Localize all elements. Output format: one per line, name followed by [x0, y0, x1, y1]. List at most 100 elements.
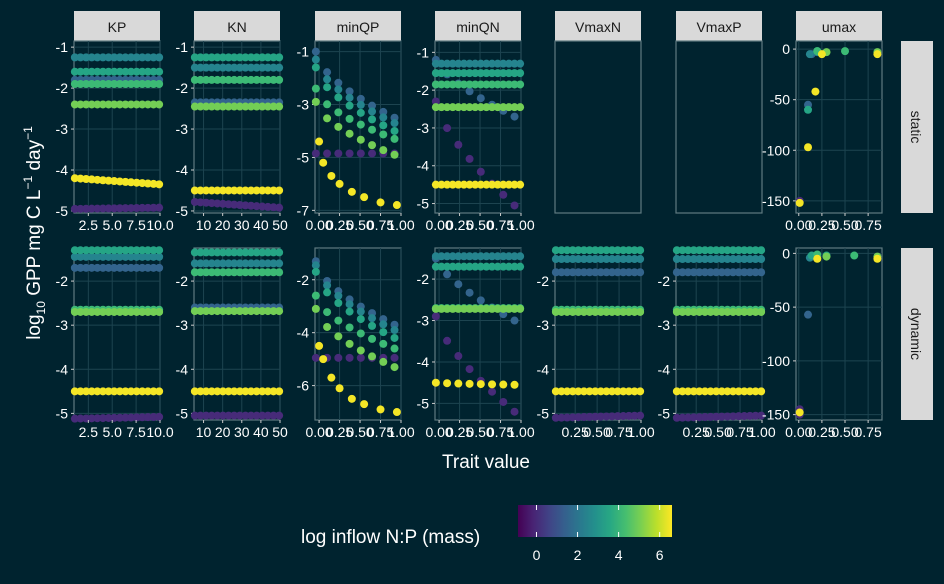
- x-tick-label-static-kn: 20: [215, 217, 231, 233]
- data-point-kn-static: [275, 63, 284, 72]
- data-point-minqn-dynamic: [488, 380, 497, 389]
- data-point-kp-static: [155, 67, 164, 76]
- data-point-umax-dynamic: [850, 251, 859, 260]
- y-tick-label-umax-dynamic: -50: [770, 299, 790, 315]
- y-tick-label-minqp-static: -5: [297, 149, 310, 165]
- x-tick-label-kp: 2.5: [79, 424, 99, 440]
- data-point-minqp-dynamic: [356, 353, 365, 362]
- y-tick-label-vmaxp-dynamic: -3: [658, 317, 671, 333]
- y-tick-label-minqn-dynamic: -2: [417, 271, 430, 287]
- data-point-kp-dynamic: [155, 307, 164, 316]
- data-point-minqn-dynamic: [443, 379, 452, 388]
- data-point-minqp-static: [379, 121, 388, 130]
- data-point-kn-dynamic: [275, 268, 284, 277]
- y-tick-label-kp-static: -1: [56, 39, 69, 55]
- data-point-vmaxn-dynamic: [636, 411, 645, 420]
- data-point-minqp-dynamic: [390, 363, 399, 372]
- data-point-vmaxn-dynamic: [636, 255, 645, 264]
- x-tick-label-static-kp: 7.5: [126, 217, 146, 233]
- strip-label-kn: KN: [227, 19, 246, 35]
- y-tick-label-minqn-static: -1: [417, 44, 430, 60]
- data-point-minqp-dynamic: [356, 307, 365, 316]
- y-tick-label-kn-dynamic: -2: [176, 273, 189, 289]
- x-tick-label-minqp: 1.00: [387, 424, 414, 440]
- data-point-minqn-static: [476, 94, 485, 103]
- data-point-minqp-static: [334, 108, 343, 117]
- strip-label-static: static: [908, 111, 924, 144]
- colorbar: [518, 505, 672, 537]
- data-point-vmaxn-dynamic: [636, 387, 645, 396]
- data-point-kn-static: [275, 75, 284, 84]
- data-point-minqp-static: [334, 149, 343, 158]
- data-point-minqp-static: [345, 101, 354, 110]
- data-point-kn-dynamic: [275, 307, 284, 316]
- x-tick-label-kn: 20: [215, 424, 231, 440]
- data-point-minqp-dynamic: [368, 352, 377, 361]
- data-point-minqp-static: [327, 171, 336, 180]
- data-point-minqp-dynamic: [323, 288, 332, 297]
- x-tick-label-static-kn: 10: [196, 217, 212, 233]
- data-point-umax-static: [811, 87, 820, 96]
- data-point-minqn-static: [516, 59, 525, 68]
- data-point-minqp-static: [368, 107, 377, 116]
- data-point-minqn-dynamic: [454, 280, 463, 289]
- data-point-minqp-static: [356, 108, 365, 117]
- data-point-minqp-dynamic: [311, 304, 320, 313]
- data-point-kn-static: [275, 102, 284, 111]
- data-point-minqp-static: [323, 100, 332, 109]
- data-point-minqp-static: [334, 93, 343, 102]
- y-tick-label-kn-dynamic: -5: [176, 405, 189, 421]
- data-point-minqp-static: [345, 93, 354, 102]
- data-point-umax-dynamic: [813, 254, 822, 263]
- data-point-vmaxp-dynamic: [757, 246, 766, 255]
- y-tick-label-kn-static: -4: [176, 162, 189, 178]
- data-point-minqp-dynamic: [356, 315, 365, 324]
- y-axis-title: log10 GPP mg C L−1 day−1: [21, 126, 48, 340]
- data-point-vmaxp-dynamic: [757, 268, 766, 277]
- y-tick-label-kp-static: -2: [56, 80, 69, 96]
- data-point-minqp-static: [311, 55, 320, 64]
- x-tick-label-static-kn: 30: [234, 217, 250, 233]
- y-tick-label-vmaxn-dynamic: -3: [537, 317, 550, 333]
- strip-label-umax: umax: [822, 19, 856, 35]
- x-tick-label-vmaxp: 1.00: [748, 424, 775, 440]
- y-tick-label-minqp-dynamic: -4: [297, 325, 310, 341]
- y-tick-label-umax-static: -100: [762, 142, 790, 158]
- data-point-minqn-dynamic: [443, 270, 452, 279]
- y-tick-label-minqn-dynamic: -4: [417, 354, 430, 370]
- y-tick-label-umax-static: -50: [770, 92, 790, 108]
- data-point-minqn-dynamic: [443, 336, 452, 345]
- data-point-minqp-static: [379, 113, 388, 122]
- data-point-minqp-dynamic: [392, 408, 401, 417]
- data-point-minqp-static: [390, 134, 399, 143]
- data-point-minqp-dynamic: [311, 353, 320, 362]
- x-tick-label-static-kn: 50: [272, 217, 288, 233]
- data-point-minqn-static: [476, 167, 485, 176]
- y-tick-label-minqn-dynamic: -3: [417, 313, 430, 329]
- data-point-minqp-static: [368, 115, 377, 124]
- x-tick-label-static-kp: 2.5: [79, 217, 99, 233]
- data-point-minqp-static: [311, 84, 320, 93]
- data-point-kn-static: [275, 186, 284, 195]
- panel-umax-dynamic: [795, 247, 883, 421]
- x-tick-label-vmaxn: 1.00: [627, 424, 654, 440]
- data-point-minqp-static: [376, 198, 385, 207]
- y-tick-label-vmaxp-dynamic: -5: [658, 405, 671, 421]
- x-tick-label-static-kn: 40: [253, 217, 269, 233]
- panel-umax-static: [795, 40, 883, 214]
- y-tick-label-minqn-static: -2: [417, 82, 430, 98]
- panel-vmaxn-static: [554, 40, 642, 214]
- data-point-minqp-static: [379, 146, 388, 155]
- y-tick-label-kn-static: -5: [176, 203, 189, 219]
- data-point-minqn-static: [465, 154, 474, 163]
- y-tick-label-minqp-dynamic: -2: [297, 272, 310, 288]
- data-point-minqn-static: [454, 140, 463, 149]
- data-point-minqp-static: [315, 137, 324, 146]
- data-point-minqp-static: [368, 149, 377, 158]
- data-point-minqp-static: [319, 158, 328, 167]
- data-point-minqp-static: [356, 120, 365, 129]
- data-point-kn-dynamic: [275, 259, 284, 268]
- x-tick-label-kn: 10: [196, 424, 212, 440]
- y-tick-label-vmaxp-dynamic: -4: [658, 361, 671, 377]
- data-point-minqp-dynamic: [379, 357, 388, 366]
